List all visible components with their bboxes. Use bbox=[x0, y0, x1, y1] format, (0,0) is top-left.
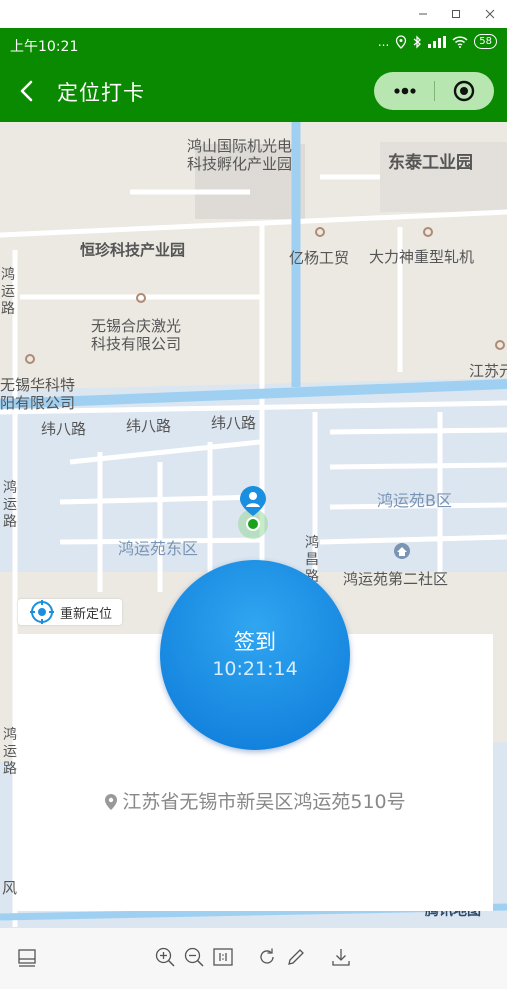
location-status-icon bbox=[396, 34, 407, 49]
map-label: 鸿运苑东区 bbox=[118, 539, 199, 558]
map-label: 鸿运苑第二社区 bbox=[343, 570, 449, 588]
chevron-left-icon bbox=[20, 80, 33, 102]
map-label: 纬八路 bbox=[41, 420, 87, 438]
map-label: 恒珍科技产业园 bbox=[80, 241, 186, 259]
minimize-icon[interactable] bbox=[407, 0, 439, 28]
pencil-icon[interactable] bbox=[285, 946, 307, 968]
location-pin-icon bbox=[105, 794, 118, 810]
battery-icon: 58 bbox=[474, 34, 497, 49]
crosshair-icon bbox=[30, 600, 54, 624]
page-title: 定位打卡 bbox=[57, 81, 145, 105]
signal-icon bbox=[428, 35, 447, 48]
more-icon[interactable] bbox=[392, 81, 418, 101]
map-label: 纬八路 bbox=[211, 414, 257, 432]
address-text: 江苏省无锡市新吴区鸿运苑510号 bbox=[122, 791, 406, 813]
status-time: 上午10:21 bbox=[10, 39, 79, 55]
mini-program-capsule bbox=[374, 72, 494, 110]
map-label: 鸿运路 bbox=[3, 480, 17, 530]
address-line: 江苏省无锡市新吴区鸿运苑510号 bbox=[17, 787, 493, 814]
relocate-label: 重新定位 bbox=[60, 606, 113, 622]
checkin-button[interactable]: 签到 10:21:14 bbox=[160, 560, 350, 750]
map-view[interactable]: 鸿山国际机光电 科技孵化产业园 东泰工业园 恒珍科技产业园 亿杨工贸 大力神重型… bbox=[0, 122, 507, 927]
map-label: 科技有限公司 bbox=[91, 335, 182, 353]
map-label: 江苏元 bbox=[469, 362, 507, 380]
map-label: 科技孵化产业园 bbox=[187, 155, 293, 173]
checkin-time: 10:21:14 bbox=[212, 658, 298, 680]
map-label: 鸿运苑B区 bbox=[377, 491, 452, 510]
map-label: 纬八路 bbox=[126, 417, 172, 435]
map-label: 阳有限公司 bbox=[0, 394, 76, 412]
map-label: 东泰工业园 bbox=[388, 153, 473, 173]
zoom-out-icon[interactable] bbox=[183, 946, 205, 968]
bluetooth-icon bbox=[413, 34, 422, 49]
rotate-icon[interactable] bbox=[256, 946, 278, 968]
nav-bar: 定位打卡 bbox=[0, 60, 507, 122]
map-label: 亿杨工贸 bbox=[289, 249, 350, 267]
close-target-icon[interactable] bbox=[453, 80, 475, 102]
map-label: 鸿运路 bbox=[1, 267, 15, 317]
checkin-label: 签到 bbox=[234, 630, 276, 654]
user-location-marker bbox=[238, 486, 268, 539]
map-label: 风 bbox=[2, 879, 18, 897]
maximize-icon[interactable] bbox=[440, 0, 472, 28]
relocate-button[interactable]: 重新定位 bbox=[18, 599, 123, 625]
actual-size-icon[interactable] bbox=[212, 946, 234, 968]
viewer-toolbar bbox=[0, 927, 507, 989]
back-button[interactable] bbox=[14, 74, 42, 108]
wifi-icon bbox=[452, 35, 468, 48]
zoom-in-icon[interactable] bbox=[154, 946, 176, 968]
map-label: 大力神重型轧机 bbox=[369, 248, 475, 266]
status-bar: 上午10:21 ... 58 bbox=[0, 28, 507, 60]
close-icon[interactable] bbox=[474, 0, 506, 28]
panel-icon[interactable] bbox=[16, 946, 38, 968]
download-icon[interactable] bbox=[330, 946, 352, 968]
more-dots-icon: ... bbox=[377, 34, 390, 49]
window-title-bar bbox=[0, 0, 507, 29]
